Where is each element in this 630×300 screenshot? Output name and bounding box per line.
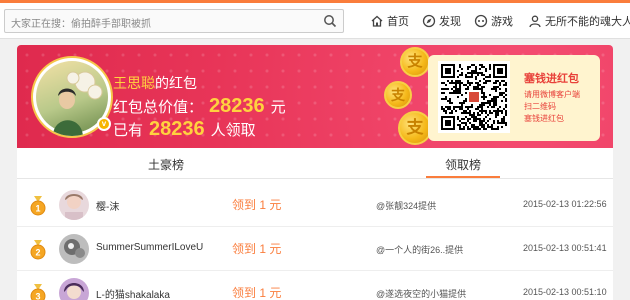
qr-card: 塞钱进红包 请用微博客户端 扫二维码 塞钱进红包 [428,55,600,141]
provider[interactable]: @遂选夜空的小猫提供 [376,287,466,300]
nav-game-label: 游戏 [491,16,513,28]
search-input[interactable]: 大家正在搜：偷拍醉手部职被抓 [4,9,344,33]
qr-card-line: 扫二维码 [524,102,556,111]
nav-home[interactable]: 首页 [370,10,409,32]
nav-user-label: 无所不能的魂大人 [545,16,630,28]
owner-suffix: 的红包 [155,75,197,91]
active-tab-underline [426,176,500,178]
claimed-prefix: 已有 [113,122,144,139]
claimed-suffix: 人领取 [210,122,256,139]
amount: 领到 1 元 [232,286,282,300]
tab-rich-list[interactable]: 土豪榜 [148,156,184,173]
timestamp: 2015-02-13 00:51:10 [523,287,607,297]
total-unit: 元 [270,99,286,116]
search-icon[interactable] [323,14,337,28]
claimed-count: 28236 [149,118,205,140]
ranking-tabs: 土豪榜 领取榜 [17,148,613,179]
qr-card-line: 请用微博客户端 [524,90,580,99]
user-name[interactable]: 樱-沫 [96,198,119,213]
coin-icon: 支 [400,47,430,77]
user-name[interactable]: L-的猫shakalaka [96,286,170,300]
medal-icon: 1 [30,196,46,216]
svg-text:1: 1 [35,204,40,214]
qr-card-line: 塞钱进红包 [524,114,564,123]
game-icon [474,14,488,28]
home-icon [371,15,383,27]
table-row: 1 樱-沫 领到 1 元 @张靓324提供 2015-02-13 01:22:5… [17,183,613,227]
user-icon [529,15,541,28]
verified-badge-icon: v [97,117,111,131]
total-value-line: 红包总价值： 28236 元 [113,95,286,118]
nav-discover-label: 发现 [439,16,461,28]
qr-code-pattern [441,64,507,130]
amount: 领到 1 元 [232,198,282,212]
timestamp: 2015-02-13 01:22:56 [523,199,607,209]
red-packet-banner: v 王思聪的红包 红包总价值： 28236 元 已有 28236 人领取 支 支 支 塞… [17,45,613,148]
ranking-panel: 土豪榜 领取榜 1 樱-沫 领到 1 元 @张靓324提供 2015-02-13… [17,148,613,300]
svg-text:2: 2 [35,248,40,258]
coin-icon: 支 [384,81,412,109]
medal-icon: 3 [30,284,46,300]
medal-icon: 2 [30,240,46,260]
nav-game[interactable]: 游戏 [474,10,513,32]
total-label: 红包总价值： [113,99,204,116]
timestamp: 2015-02-13 00:51:41 [523,243,607,253]
nav-home-label: 首页 [387,16,409,28]
nav-user[interactable]: 无所不能的魂大人 [528,10,630,32]
provider[interactable]: @一个人的街26..提供 [376,243,463,256]
top-navigation-bar: 大家正在搜：偷拍醉手部职被抓 首页 发现 游戏 无所不能的魂大人 [0,3,630,39]
owner-title: 王思聪的红包 [113,73,197,93]
owner-name[interactable]: 王思聪 [113,75,155,91]
tab-claimed-list[interactable]: 领取榜 [445,156,481,173]
qr-card-title: 塞钱进红包 [524,73,579,85]
avatar[interactable] [59,234,89,264]
avatar[interactable] [59,278,89,300]
total-value: 28236 [209,95,265,117]
claimed-line: 已有 28236 人领取 [113,118,256,141]
coin-icon: 支 [398,111,432,145]
avatar[interactable] [59,190,89,220]
svg-text:3: 3 [35,292,40,300]
compass-icon [422,14,436,28]
user-name[interactable]: SummerSummerILoveU [96,242,203,253]
search-placeholder: 大家正在搜：偷拍醉手部职被抓 [11,19,151,30]
table-row: 3 L-的猫shakalaka 领到 1 元 @遂选夜空的小猫提供 2015-0… [17,271,613,300]
amount: 领到 1 元 [232,242,282,256]
provider[interactable]: @张靓324提供 [376,199,436,212]
table-row: 2 SummerSummerILoveU 领到 1 元 @一个人的街26..提供… [17,227,613,271]
nav-discover[interactable]: 发现 [422,10,461,32]
qr-code[interactable] [438,61,510,133]
